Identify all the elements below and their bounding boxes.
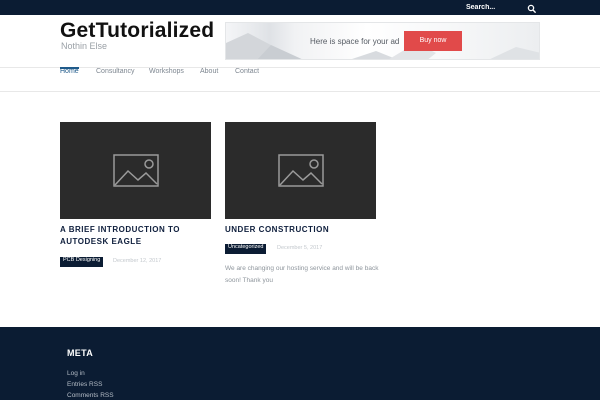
nav-item-contact[interactable]: Contact xyxy=(235,68,259,91)
comments-rss-link[interactable]: Comments RSS xyxy=(67,392,114,399)
search-icon xyxy=(527,4,536,13)
meta-widget-title: META xyxy=(67,348,94,358)
buy-now-button[interactable]: Buy now xyxy=(404,31,462,51)
post-title[interactable]: UNDER CONSTRUCTION xyxy=(225,224,329,236)
post-excerpt-line: soon! Thank you xyxy=(225,277,273,284)
post-excerpt-line: We are changing our hosting service and … xyxy=(225,265,379,272)
image-placeholder-icon xyxy=(113,154,159,187)
ad-text: Here is space for your ad xyxy=(310,37,400,46)
post-date: December 5, 2017 xyxy=(277,245,323,251)
search-input[interactable] xyxy=(466,1,576,14)
entries-rss-link[interactable]: Entries RSS xyxy=(67,381,102,388)
site-footer: META Log in Entries RSS Comments RSS xyxy=(0,327,600,400)
post-title-line: AUTODESK EAGLE xyxy=(60,237,142,246)
nav-item-consultancy[interactable]: Consultancy xyxy=(96,68,135,91)
nav-item-workshops[interactable]: Workshops xyxy=(149,68,184,91)
post-thumbnail[interactable] xyxy=(225,122,376,219)
image-placeholder-icon xyxy=(278,154,324,187)
nav-item-about[interactable]: About xyxy=(200,68,218,91)
site-header: GetTutorialized Nothin Else Here is spac… xyxy=(0,15,600,67)
post-date: December 12, 2017 xyxy=(113,258,162,264)
ad-banner[interactable]: Here is space for your ad Buy now xyxy=(225,22,540,60)
site-title[interactable]: GetTutorialized xyxy=(60,19,214,43)
post-title-line: A BRIEF INTRODUCTION TO xyxy=(60,225,180,234)
login-link[interactable]: Log in xyxy=(67,370,85,377)
nav-item-home[interactable]: Home xyxy=(60,67,79,91)
post-category-badge[interactable]: Uncategorized xyxy=(225,244,267,254)
post-excerpt: We are changing our hosting service and … xyxy=(225,263,378,287)
post-category-badge[interactable]: PCB Designing xyxy=(60,257,104,267)
post-title[interactable]: A BRIEF INTRODUCTION TO AUTODESK EAGLE xyxy=(60,224,180,248)
search-button[interactable] xyxy=(526,2,538,14)
site-tagline: Nothin Else xyxy=(61,41,108,51)
main-nav: Home Consultancy Workshops About Contact xyxy=(0,67,600,92)
post-thumbnail[interactable] xyxy=(60,122,211,219)
post-title-line: UNDER CONSTRUCTION xyxy=(225,225,330,234)
